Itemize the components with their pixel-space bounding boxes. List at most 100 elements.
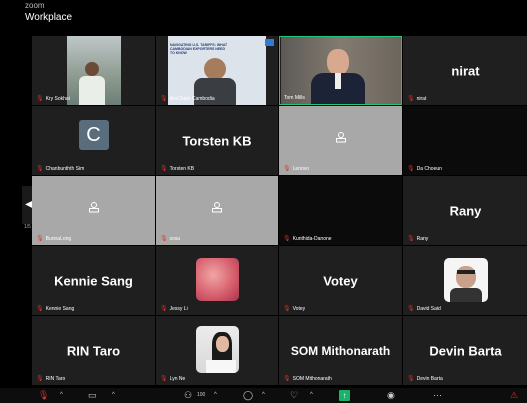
record-icon: ◉ <box>387 390 395 400</box>
profile-picture <box>196 326 239 373</box>
participant-tile[interactable]: 🎙 Lenovo <box>279 106 402 175</box>
participant-tile[interactable]: nirat 🎙 nirat <box>403 36 527 105</box>
participant-tile[interactable]: NAVIGATING U.S. TARIFFS: WHAT CAMBODIAN … <box>156 36 278 105</box>
participant-tile[interactable]: 🎙 Da Choeun <box>403 106 527 175</box>
participant-name-label: 🎙 Chanbunthth Sim <box>36 165 85 173</box>
participants-icon: ⚇ <box>184 390 193 400</box>
video-camera-icon: ▭ <box>88 390 97 400</box>
reactions-options-caret[interactable]: ^ <box>310 392 313 398</box>
unmute-button[interactable]: 🎙 <box>38 390 49 401</box>
mic-muted-icon: 🎙 <box>407 166 415 172</box>
participant-tile[interactable]: 🎙 Kunthida-Danone <box>279 176 402 245</box>
app-name: zoom <box>25 1 45 10</box>
participant-name-label: 🎙 RIN Taro <box>36 375 66 383</box>
profile-picture <box>444 258 488 302</box>
page-indicator: 1/5 <box>24 224 31 230</box>
participant-tile[interactable]: Kennie Sang 🎙 Kennie Sang <box>32 246 155 315</box>
participant-display-name: Votey <box>323 273 358 288</box>
mic-muted-icon: 🎙 <box>160 306 168 312</box>
participant-tile-active-speaker[interactable]: Tom Mills <box>279 36 402 105</box>
share-screen-button[interactable]: ↑ <box>339 390 350 401</box>
mic-off-icon: 🎙 <box>38 390 50 400</box>
shared-slide-text: NAVIGATING U.S. TARIFFS: WHAT CAMBODIAN … <box>170 43 228 55</box>
user-placeholder-icon <box>88 202 99 213</box>
start-video-button[interactable]: ▭ <box>88 390 97 401</box>
mic-muted-icon: 🎙 <box>36 96 44 102</box>
mic-muted-icon: 🎙 <box>160 376 168 382</box>
mic-muted-icon: 🎙 <box>160 96 168 102</box>
participant-video <box>66 36 121 105</box>
mic-muted-icon: 🎙 <box>36 236 44 242</box>
participant-name-label: 🎙 BunnaLong <box>36 235 72 243</box>
participant-display-name: Devin Barta <box>429 343 502 358</box>
participant-name-label: 🎙 David Said <box>407 305 441 313</box>
share-arrow-icon: ↑ <box>342 391 347 400</box>
leave-icon: ⚠ <box>510 390 519 400</box>
participant-tile[interactable]: Devin Barta 🎙 Devin Barta <box>403 316 527 385</box>
participant-tile[interactable]: C 🎙 Chanbunthth Sim <box>32 106 155 175</box>
participant-name-label: 🎙 Kry Sokhai <box>36 95 70 103</box>
participant-display-name: nirat <box>451 63 480 78</box>
mic-muted-icon: 🎙 <box>36 306 44 312</box>
user-placeholder-icon <box>335 132 346 143</box>
participant-name-label: 🎙 nirat <box>407 95 427 103</box>
more-options-icon[interactable] <box>265 39 274 46</box>
participant-name-label: Tom Mills <box>284 95 305 101</box>
participant-tile[interactable]: Rany 🎙 Rany <box>403 176 527 245</box>
participant-tile[interactable]: 🎙 Kry Sokhai <box>32 36 155 105</box>
participants-count: 100 <box>197 392 206 398</box>
chat-icon: ◯ <box>243 390 254 400</box>
participant-name-label: 🎙 Rany <box>407 235 429 243</box>
chat-button[interactable]: ◯ <box>243 390 253 401</box>
participant-name-label: 🎙 Votey <box>283 305 306 313</box>
participant-tile[interactable]: Torsten KB 🎙 Torsten KB <box>156 106 278 175</box>
participant-name-label: 🎙 Lyn Ne <box>160 375 186 383</box>
participant-tile[interactable]: Votey 🎙 Votey <box>279 246 402 315</box>
video-options-caret[interactable]: ^ <box>112 392 115 398</box>
participant-name-label: 🎙 AmCham Cambodia <box>160 95 215 103</box>
mic-muted-icon: 🎙 <box>283 376 291 382</box>
participant-tile[interactable]: 🎙 Lyn Ne <box>156 316 278 385</box>
participant-display-name: Torsten KB <box>182 133 252 148</box>
leave-button[interactable]: ⚠ <box>510 390 518 401</box>
user-placeholder-icon <box>212 202 222 213</box>
video-grid: 🎙 Kry Sokhai NAVIGATING U.S. TARIFFS: WHA… <box>32 36 527 386</box>
participant-tile[interactable]: 🎙 Jessy Li <box>156 246 278 315</box>
mic-muted-icon: 🎙 <box>283 166 291 172</box>
participant-name-label: 🎙 Jessy Li <box>160 305 188 313</box>
participant-name-label: 🎙 Kunthida-Danone <box>283 235 332 243</box>
participants-options-caret[interactable]: ^ <box>214 392 217 398</box>
audio-options-caret[interactable]: ^ <box>60 392 63 398</box>
participant-tile[interactable]: 🎙 David Said <box>403 246 527 315</box>
window-title: Workplace <box>25 12 73 23</box>
participant-tile[interactable]: 🎙 sosu <box>156 176 278 245</box>
participant-tile[interactable]: 🎙 BunnaLong <box>32 176 155 245</box>
participant-name-label: 🎙 Da Choeun <box>407 165 442 173</box>
record-button[interactable]: ◉ <box>387 390 395 401</box>
heart-icon: ♡ <box>290 390 299 400</box>
participant-name-label: 🎙 SOM Mithonarath <box>283 375 332 383</box>
profile-picture <box>196 258 239 301</box>
mic-muted-icon: 🎙 <box>407 376 415 382</box>
reactions-button[interactable]: ♡ <box>290 390 298 401</box>
mic-muted-icon: 🎙 <box>36 166 44 172</box>
mic-muted-icon: 🎙 <box>283 236 291 242</box>
participant-name-label: 🎙 sosu <box>160 235 181 243</box>
mic-muted-icon: 🎙 <box>407 306 415 312</box>
avatar: C <box>78 119 109 150</box>
participants-button[interactable]: ⚇ <box>184 390 192 401</box>
mic-muted-icon: 🎙 <box>160 236 168 242</box>
mic-muted-icon: 🎙 <box>407 236 415 242</box>
more-button[interactable]: ⋯ <box>433 390 442 401</box>
participant-name-label: 🎙 Torsten KB <box>160 165 195 173</box>
participant-video <box>280 37 401 104</box>
participant-tile[interactable]: SOM Mithonarath 🎙 SOM Mithonarath <box>279 316 402 385</box>
participant-display-name: SOM Mithonarath <box>290 343 391 358</box>
participant-tile[interactable]: RIN Taro 🎙 RIN Taro <box>32 316 155 385</box>
chat-options-caret[interactable]: ^ <box>262 392 265 398</box>
participant-name-label: 🎙 Kennie Sang <box>36 305 75 313</box>
mic-muted-icon: 🎙 <box>160 166 168 172</box>
meeting-toolbar: 🎙 ^ ▭ ^ ⚇ 100 ^ ◯ ^ ♡ ^ ↑ ◉ ⋯ ⚠ <box>0 388 527 403</box>
mic-muted-icon: 🎙 <box>36 376 44 382</box>
participant-display-name: Kennie Sang <box>54 273 133 288</box>
